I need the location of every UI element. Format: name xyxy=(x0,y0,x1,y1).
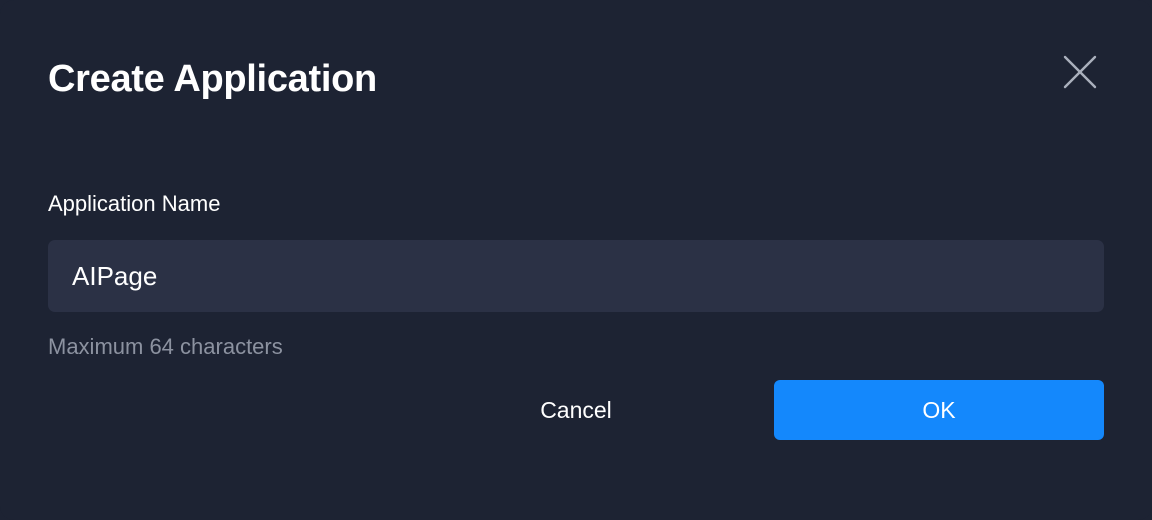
close-button[interactable] xyxy=(1056,48,1104,96)
application-name-hint: Maximum 64 characters xyxy=(48,334,283,359)
application-name-label: Application Name xyxy=(48,191,221,216)
cancel-button[interactable]: Cancel xyxy=(456,380,696,440)
ok-button[interactable]: OK xyxy=(774,380,1104,440)
close-icon xyxy=(1063,55,1097,89)
application-name-input[interactable] xyxy=(48,240,1104,312)
create-application-dialog: Create Application Application Name Maxi… xyxy=(0,0,1152,520)
dialog-title: Create Application xyxy=(48,58,377,100)
